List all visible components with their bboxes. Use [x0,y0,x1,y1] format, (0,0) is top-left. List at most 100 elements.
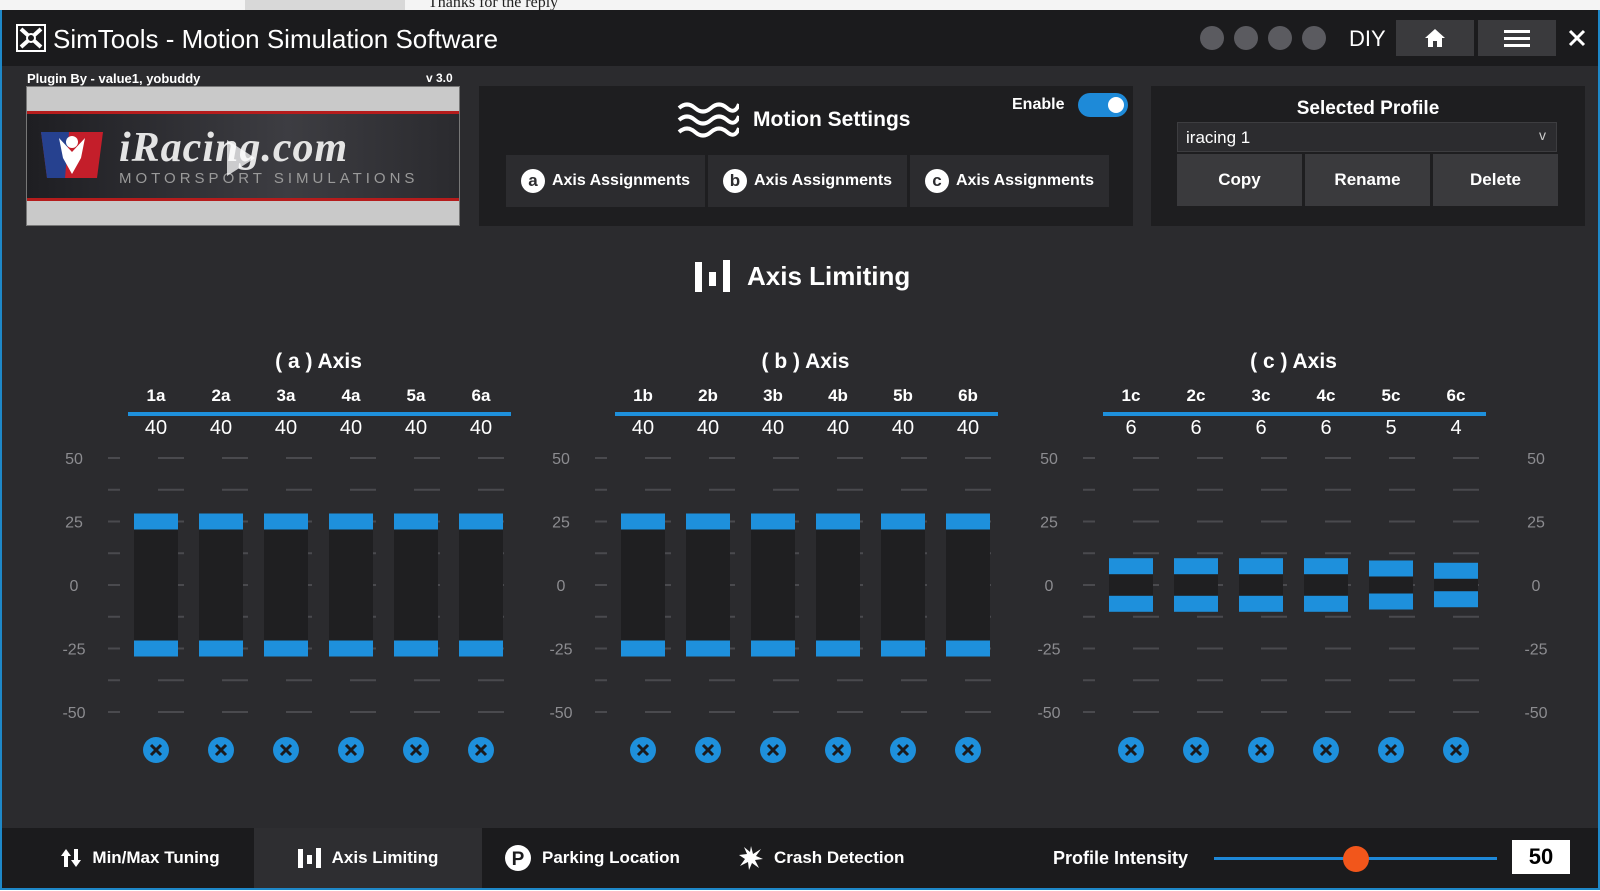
bars-icon [695,260,730,292]
axis-range-6a [459,521,503,649]
axis-upper-handle-6a [459,513,503,530]
download-icon[interactable] [1200,26,1224,50]
motion-settings-title: Motion Settings [753,108,911,131]
axis-upper-handle-2c [1174,558,1218,575]
axis-name-3b: 3b [763,386,783,405]
crash-icon [739,846,763,870]
enable-toggle[interactable] [1078,93,1128,117]
tab-label: Min/Max Tuning [92,848,220,867]
app-title: SimTools - Motion Simulation Software [53,24,499,54]
scale-label: 0 [70,578,79,595]
axis-upper-handle-3c [1239,558,1283,575]
tab-label: Parking Location [542,848,680,867]
axis-lower-handle-2c [1174,595,1218,612]
copy-button[interactable]: Copy [1177,154,1302,206]
axis-value-1c: 6 [1125,417,1136,439]
axis-limiting-title-text: Axis Limiting [747,260,911,291]
axis-range-6b [946,521,990,649]
wrench-icon[interactable] [1268,26,1292,50]
svg-text:P: P [512,849,525,870]
plugin-version: v 3.0 [426,71,453,85]
axis-upper-handle-4a [329,513,373,530]
scale-label: -25 [62,642,85,659]
axis-lower-handle-1a [134,640,178,657]
iracing-banner: iRacing.com MOTORSPORT SIMULATIONS [27,111,459,201]
tab-crash-detection[interactable]: Crash Detection [738,828,904,888]
axis-lower-handle-2a [199,640,243,657]
axis-range-1a [134,521,178,649]
profile-intensity-label: Profile Intensity [1053,848,1189,868]
app-window: SimTools - Motion Simulation Software DI… [0,10,1600,890]
axis-name-6b: 6b [958,386,978,405]
scale-label: -25 [549,642,572,659]
scale-label: 25 [1527,515,1545,532]
gear-icon[interactable] [1234,26,1258,50]
axis-lower-handle-1c [1109,595,1153,612]
axis-assignments-a-button[interactable]: a Axis Assignments [506,155,705,207]
axis-value-3a: 40 [275,417,297,439]
scale-label: 0 [1532,578,1541,595]
close-button[interactable] [1560,20,1594,56]
plugin-image[interactable]: iRacing.com MOTORSPORT SIMULATIONS [26,86,460,226]
axis-value-5b: 40 [892,417,914,439]
axis-upper-handle-6c [1434,562,1478,579]
plugin-author: Plugin By - value1, yobuddy [27,71,201,86]
axis-lower-handle-2b [686,640,730,657]
axis-range-1b [621,521,665,649]
axis-upper-handle-4c [1304,558,1348,575]
axis-value-6a: 40 [470,417,492,439]
close-icon [1568,29,1586,47]
axis-upper-handle-1a [134,513,178,530]
axis-lower-handle-6a [459,640,503,657]
profile-selected-value: iracing 1 [1186,128,1251,147]
axis-value-2b: 40 [697,417,719,439]
axis-lower-handle-6c [1434,591,1478,608]
scale-label: -50 [549,705,572,722]
chevron-down-icon: v [1539,127,1546,143]
home-button[interactable] [1396,20,1474,56]
play-icon[interactable] [223,138,257,178]
rename-button[interactable]: Rename [1305,154,1430,206]
axis-name-4c: 4c [1317,386,1336,405]
scale-label: -50 [1037,705,1060,722]
menu-button[interactable] [1478,20,1556,56]
axis-upper-handle-5a [394,513,438,530]
axis-lower-handle-5b [881,640,925,657]
axis-upper-handle-6b [946,513,990,530]
axis-group-title: ( a ) Axis [275,350,362,373]
tab-min-max-tuning[interactable]: Min/Max Tuning [30,828,250,888]
axis-lower-handle-3c [1239,595,1283,612]
axis-lower-handle-4b [816,640,860,657]
axis-value-2c: 6 [1190,417,1201,439]
tab-axis-limiting[interactable]: Axis Limiting [254,828,482,888]
tab-label: Crash Detection [774,848,905,867]
axis-name-6a: 6a [472,386,491,405]
banner-sub-text: MOTORSPORT SIMULATIONS [119,170,419,187]
axis-name-1b: 1b [633,386,653,405]
delete-button[interactable]: Delete [1433,154,1558,206]
axis-upper-handle-5c [1369,560,1413,577]
axis-name-5a: 5a [407,386,426,405]
axis-lower-handle-1b [621,640,665,657]
profile-dropdown[interactable]: iracing 1 v [1177,122,1557,152]
axis-value-3c: 6 [1255,417,1266,439]
axis-group-underline [1103,412,1486,416]
axis-value-1a: 40 [145,417,167,439]
axis-range-2a [199,521,243,649]
power-icon[interactable] [1302,26,1326,50]
axis-value-6c: 4 [1450,417,1461,439]
axis-assignments-c-button[interactable]: c Axis Assignments [910,155,1109,207]
axis-range-5a [394,521,438,649]
axis-value-3b: 40 [762,417,784,439]
axis-lower-handle-4c [1304,595,1348,612]
axis-assignments-label: Axis Assignments [551,172,691,189]
diy-label[interactable]: DIY [1349,26,1386,52]
scale-label: -50 [62,705,85,722]
axis-upper-handle-1c [1109,558,1153,575]
profile-intensity-slider[interactable] [1214,846,1497,872]
slider-knob[interactable] [1342,846,1369,872]
axis-group-underline [615,412,998,416]
profile-intensity-value[interactable]: 50 [1512,840,1570,874]
axis-assignments-b-button[interactable]: b Axis Assignments [708,155,907,207]
tab-parking-location[interactable]: P Parking Location [504,828,680,888]
